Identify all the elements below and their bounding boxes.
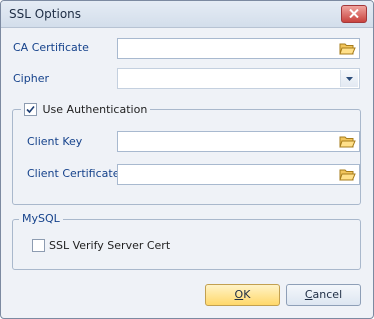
use-authentication-label: Use Authentication: [42, 102, 148, 116]
cancel-button[interactable]: Cancel: [286, 284, 361, 306]
folder-open-icon: [339, 136, 356, 148]
close-icon: [349, 9, 359, 18]
ca-certificate-label: CA Certificate: [13, 41, 89, 54]
ok-button[interactable]: OK: [205, 284, 280, 306]
client-certificate-label: Client Certificate: [27, 167, 120, 180]
folder-open-icon: [339, 43, 356, 55]
ssl-verify-server-cert-label: SSL Verify Server Cert: [49, 239, 171, 252]
checkmark-icon: [26, 105, 35, 113]
ok-label-rest: K: [243, 288, 251, 301]
mysql-group-title: MySQL: [19, 212, 63, 225]
dialog-title: SSL Options: [9, 7, 82, 21]
authentication-group-caption: Use Authentication: [21, 102, 151, 116]
use-authentication-checkbox[interactable]: [24, 102, 37, 116]
cancel-label-rest: ancel: [312, 288, 343, 301]
ssl-verify-server-cert-checkbox[interactable]: [32, 239, 45, 252]
close-button[interactable]: [341, 5, 367, 23]
cancel-accelerator: C: [304, 288, 313, 301]
client-key-field[interactable]: [117, 131, 360, 152]
client-certificate-field[interactable]: [117, 164, 360, 185]
ca-certificate-browse-button[interactable]: [339, 41, 356, 56]
cipher-label: Cipher: [13, 72, 49, 85]
ssl-options-dialog: SSL Options CA Certificate Cipher Use Au…: [0, 0, 374, 319]
ok-accelerator: O: [234, 288, 244, 301]
folder-open-icon: [339, 169, 356, 181]
authentication-group: [12, 109, 361, 205]
cipher-combobox[interactable]: [117, 68, 360, 89]
title-bar: SSL Options: [1, 1, 373, 28]
client-key-label: Client Key: [27, 135, 83, 148]
client-certificate-browse-button[interactable]: [339, 167, 356, 182]
client-key-browse-button[interactable]: [339, 134, 356, 149]
ca-certificate-field[interactable]: [117, 38, 360, 59]
chevron-down-icon: [346, 77, 353, 81]
cipher-dropdown-button[interactable]: [340, 70, 358, 87]
